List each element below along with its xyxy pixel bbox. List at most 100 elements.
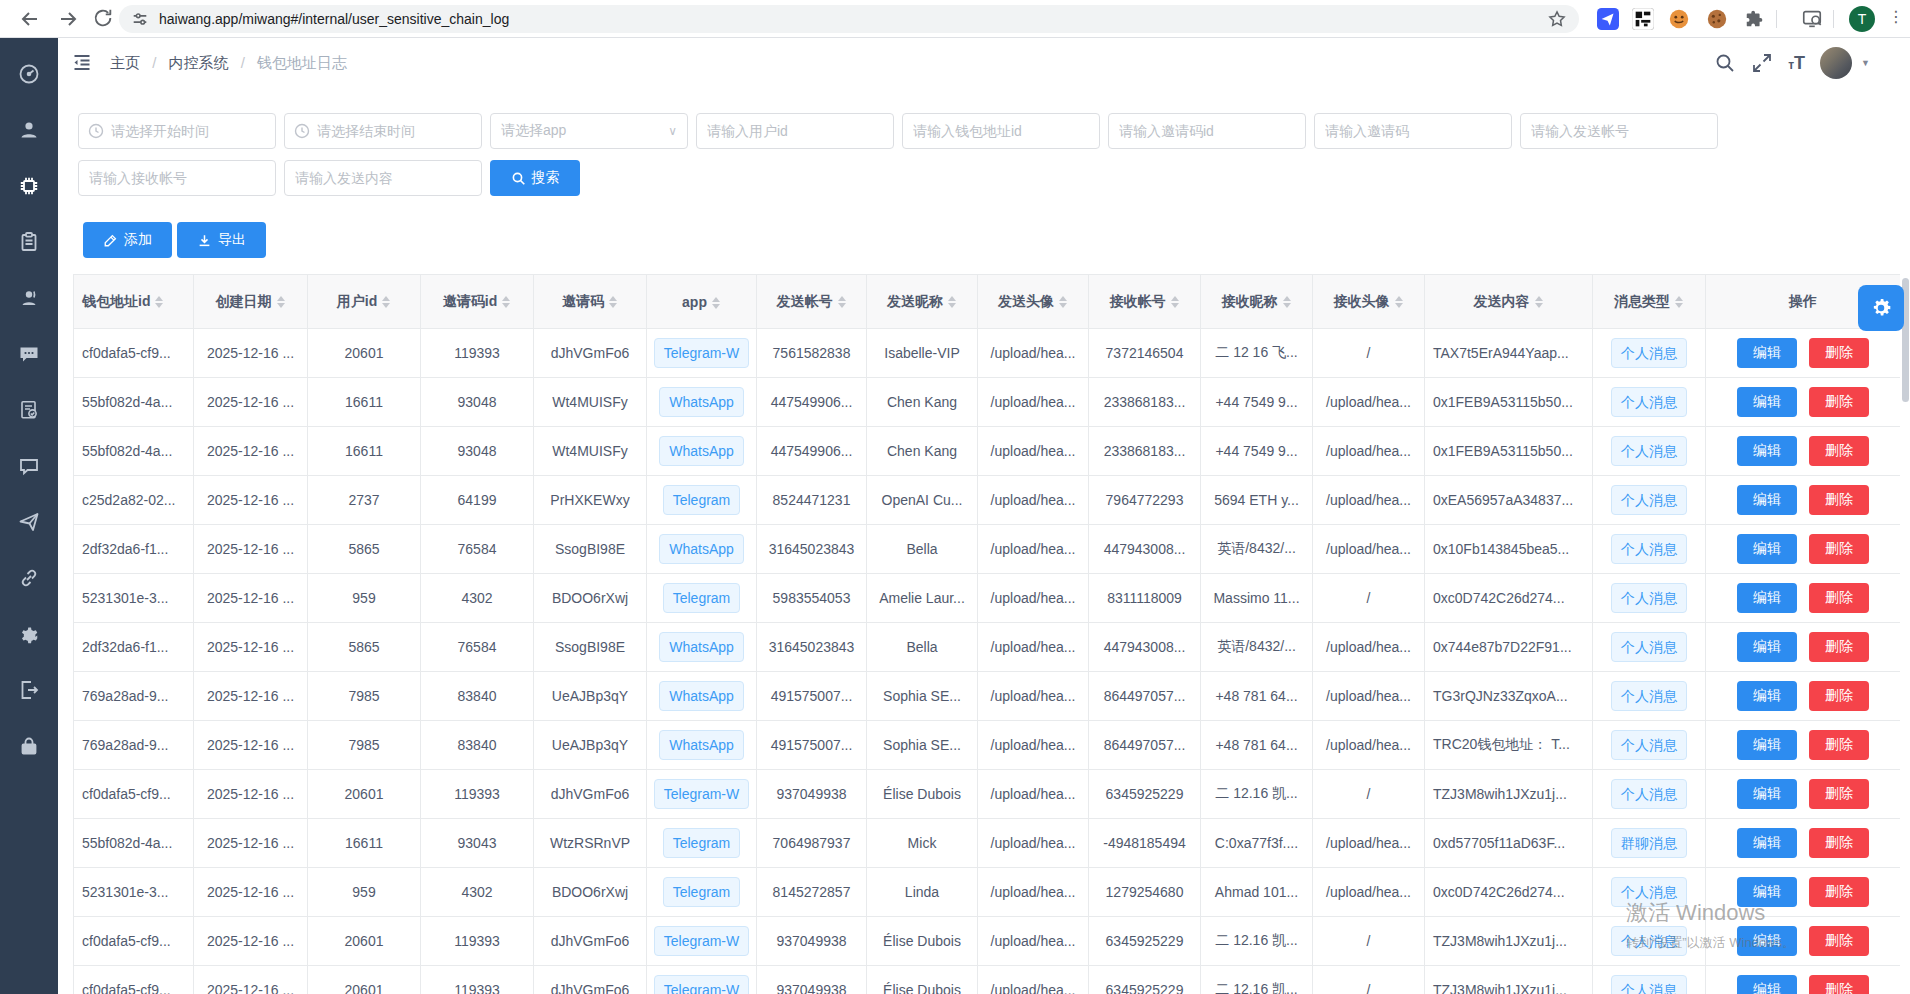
- sidebar-item-link-icon[interactable]: [0, 550, 58, 606]
- address-bar[interactable]: haiwang.app/miwang#/internal/user_sensit…: [119, 5, 1579, 33]
- column-header-recv_account[interactable]: 接收帐号: [1089, 275, 1201, 329]
- delete-button[interactable]: 删除: [1809, 387, 1869, 417]
- edit-button[interactable]: 编辑: [1737, 436, 1797, 466]
- edit-button[interactable]: 编辑: [1737, 338, 1797, 368]
- edit-button[interactable]: 编辑: [1737, 975, 1797, 994]
- delete-button[interactable]: 删除: [1809, 779, 1869, 809]
- end-time-input[interactable]: [284, 113, 482, 149]
- delete-button[interactable]: 删除: [1809, 877, 1869, 907]
- delete-button[interactable]: 删除: [1809, 583, 1869, 613]
- bookmark-star-icon[interactable]: [1547, 9, 1567, 29]
- sort-carets-icon[interactable]: [948, 296, 957, 308]
- user-id-input[interactable]: [696, 113, 894, 149]
- start-time-input[interactable]: [78, 113, 276, 149]
- sort-carets-icon[interactable]: [382, 296, 391, 308]
- export-button[interactable]: 导出: [177, 222, 266, 258]
- site-settings-icon[interactable]: [131, 10, 149, 28]
- column-header-invite_code[interactable]: 邀请码: [534, 275, 647, 329]
- fullscreen-icon[interactable]: [1751, 52, 1773, 74]
- send-account-input[interactable]: [1520, 113, 1718, 149]
- wallet-id-input[interactable]: [902, 113, 1100, 149]
- user-avatar[interactable]: [1820, 47, 1852, 79]
- delete-button[interactable]: 删除: [1809, 338, 1869, 368]
- sidebar-item-lock-icon[interactable]: [0, 718, 58, 774]
- sort-carets-icon[interactable]: [1535, 296, 1544, 308]
- column-header-send_nick[interactable]: 发送昵称: [867, 275, 978, 329]
- sidebar-item-chat-dots-icon[interactable]: [0, 326, 58, 382]
- delete-button[interactable]: 删除: [1809, 534, 1869, 564]
- sort-carets-icon[interactable]: [1171, 296, 1180, 308]
- recv-account-input[interactable]: [78, 160, 276, 196]
- edit-button[interactable]: 编辑: [1737, 534, 1797, 564]
- edit-button[interactable]: 编辑: [1737, 828, 1797, 858]
- column-header-msg_type[interactable]: 消息类型: [1593, 275, 1706, 329]
- column-header-app[interactable]: app: [647, 275, 757, 329]
- sort-carets-icon[interactable]: [155, 296, 164, 308]
- edit-button[interactable]: 编辑: [1737, 485, 1797, 515]
- invite-code-input[interactable]: [1314, 113, 1512, 149]
- sidebar-item-member-icon[interactable]: [0, 270, 58, 326]
- search-button[interactable]: 搜索: [490, 160, 580, 196]
- sort-carets-icon[interactable]: [712, 297, 721, 309]
- devtools-inspect-icon[interactable]: [1800, 7, 1824, 31]
- delete-button[interactable]: 删除: [1809, 828, 1869, 858]
- sidebar-item-settings-icon[interactable]: [0, 606, 58, 662]
- column-header-send_avatar[interactable]: 发送头像: [978, 275, 1089, 329]
- column-header-content[interactable]: 发送内容: [1425, 275, 1593, 329]
- edit-button[interactable]: 编辑: [1737, 681, 1797, 711]
- extension-qr-icon[interactable]: [1631, 7, 1655, 31]
- extension-emoji-icon[interactable]: [1667, 7, 1691, 31]
- font-size-icon[interactable]: тT: [1788, 53, 1805, 74]
- sidebar-item-dashboard-icon[interactable]: [0, 46, 58, 102]
- column-header-recv_nick[interactable]: 接收昵称: [1201, 275, 1313, 329]
- sort-carets-icon[interactable]: [838, 296, 847, 308]
- sidebar-item-send-icon[interactable]: [0, 494, 58, 550]
- chevron-down-icon[interactable]: ▼: [1861, 58, 1870, 68]
- column-header-created[interactable]: 创建日期: [194, 275, 308, 329]
- sort-carets-icon[interactable]: [1283, 296, 1292, 308]
- delete-button[interactable]: 删除: [1809, 681, 1869, 711]
- sidebar-item-doc-check-icon[interactable]: [0, 382, 58, 438]
- column-header-user_id[interactable]: 用户id: [308, 275, 421, 329]
- extension-send-icon[interactable]: [1596, 7, 1620, 31]
- invite-id-input[interactable]: [1108, 113, 1306, 149]
- send-content-input[interactable]: [284, 160, 482, 196]
- browser-menu-icon[interactable]: ⋮: [1888, 7, 1904, 26]
- search-icon[interactable]: [1714, 52, 1736, 74]
- url-text[interactable]: haiwang.app/miwang#/internal/user_sensit…: [159, 11, 1547, 27]
- extension-cookie-icon[interactable]: [1705, 7, 1729, 31]
- column-header-send_account[interactable]: 发送帐号: [757, 275, 867, 329]
- extensions-puzzle-icon[interactable]: [1743, 7, 1767, 31]
- breadcrumb-section[interactable]: 内控系统: [169, 54, 229, 71]
- sort-carets-icon[interactable]: [502, 296, 511, 308]
- edit-button[interactable]: 编辑: [1737, 730, 1797, 760]
- browser-profile-avatar[interactable]: T: [1849, 6, 1875, 32]
- sort-carets-icon[interactable]: [1059, 296, 1068, 308]
- sidebar-item-internal-cpu-icon[interactable]: [0, 158, 58, 214]
- sidebar-item-chat-icon[interactable]: [0, 438, 58, 494]
- sort-carets-icon[interactable]: [1675, 296, 1684, 308]
- delete-button[interactable]: 删除: [1809, 485, 1869, 515]
- add-button[interactable]: 添加: [83, 222, 172, 258]
- forward-icon[interactable]: [56, 7, 80, 31]
- sort-carets-icon[interactable]: [1395, 296, 1404, 308]
- column-header-recv_avatar[interactable]: 接收头像: [1313, 275, 1425, 329]
- sort-carets-icon[interactable]: [277, 296, 286, 308]
- delete-button[interactable]: 删除: [1809, 975, 1869, 994]
- sidebar-item-user-icon[interactable]: [0, 102, 58, 158]
- delete-button[interactable]: 删除: [1809, 436, 1869, 466]
- reload-icon[interactable]: [92, 7, 116, 31]
- sidebar-item-clipboard-icon[interactable]: [0, 214, 58, 270]
- edit-button[interactable]: 编辑: [1737, 779, 1797, 809]
- column-settings-gear-button[interactable]: [1858, 285, 1904, 331]
- app-select[interactable]: 请选择app∨: [490, 113, 688, 149]
- back-icon[interactable]: [18, 7, 42, 31]
- sort-carets-icon[interactable]: [609, 296, 618, 308]
- delete-button[interactable]: 删除: [1809, 926, 1869, 956]
- edit-button[interactable]: 编辑: [1737, 583, 1797, 613]
- delete-button[interactable]: 删除: [1809, 730, 1869, 760]
- column-header-invite_id[interactable]: 邀请码id: [421, 275, 534, 329]
- column-header-wallet_id[interactable]: 钱包地址id: [74, 275, 194, 329]
- sidebar-item-export-icon[interactable]: [0, 662, 58, 718]
- edit-button[interactable]: 编辑: [1737, 387, 1797, 417]
